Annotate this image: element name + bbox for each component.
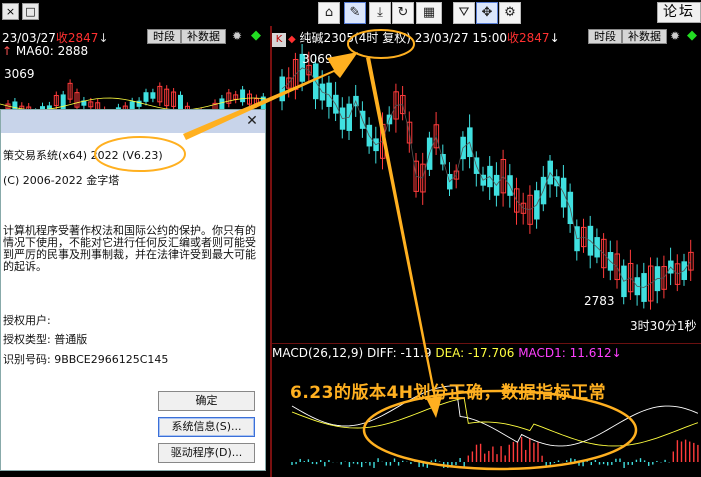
macd-separator[interactable] <box>272 343 701 344</box>
forum-button[interactable]: 论坛 <box>657 2 701 23</box>
home-icon[interactable]: ⌂ <box>318 2 340 24</box>
download-icon[interactable]: ⤓ <box>369 2 391 24</box>
main-high-label: 3069 <box>302 52 333 66</box>
copyright-text: (C) 2006-2022 金字塔 <box>3 174 120 187</box>
mini-candle-body <box>240 89 246 103</box>
about-dialog: ✕ 策交易系统(x64) 2022 (V6.23) (C) 2006-2022 … <box>0 109 266 471</box>
mini-candle-body <box>219 98 225 110</box>
left-supplement-button[interactable]: 补数据 <box>181 29 226 44</box>
grid-icon[interactable]: ▦ <box>416 2 442 24</box>
main-chart-arrow-icon: ↓ <box>549 31 560 45</box>
main-status-diamond-icon: ◆ <box>687 28 697 43</box>
bar-datetime: 23/03/27 15:00 <box>414 31 508 45</box>
left-gear-icon[interactable]: ✹ <box>232 29 242 43</box>
licensed-user: 授权用户: <box>3 314 51 327</box>
product-name: 策交易系统(x64) 2022 (V6.23) <box>3 149 163 162</box>
left-chart-arrow-icon: ↓ <box>98 31 109 45</box>
mini-candle-body <box>143 92 149 102</box>
main-gear-icon[interactable]: ✹ <box>670 29 680 43</box>
refresh-icon[interactable]: ↻ <box>392 2 414 24</box>
left-ma60: ↑ MA60: 2888 <box>2 44 89 58</box>
main-kline-chart[interactable]: K ◆ 纯碱2305(4时 复权) 23/03/27 15:00收2847↓ 时段… <box>272 26 701 477</box>
macd-header: MACD(26,12,9) DIFF: -11.9 DEA: -17.706 M… <box>272 346 622 360</box>
legal-notice: 计算机程序受著作权法和国际公约的保护。你只有的情况下使用，不能对它进行任何反汇编… <box>3 224 256 273</box>
close-window-button[interactable]: × <box>2 3 19 20</box>
filter-icon[interactable]: ⛛ <box>453 2 475 24</box>
system-info-button[interactable]: 系统信息(S)... <box>158 417 255 437</box>
macd-macd1: MACD1: 11.612 <box>518 346 612 360</box>
move-icon[interactable]: ✥ <box>476 2 498 24</box>
ruler-icon[interactable]: ✎ <box>344 2 366 24</box>
macd-arrow-icon: ↓ <box>611 346 622 360</box>
main-candles <box>279 44 694 310</box>
ok-button[interactable]: 确定 <box>158 391 255 411</box>
driver-button[interactable]: 驱动程序(D)... <box>158 443 255 463</box>
dialog-close-icon[interactable]: ✕ <box>243 112 261 130</box>
bar-countdown: 3时30分1秒 <box>630 319 697 333</box>
left-timeframe-button[interactable]: 时段 <box>147 29 181 44</box>
annotation-text: 6.23的版本4H划分正确，数据指标正常 <box>290 383 606 403</box>
ma-line <box>281 67 692 288</box>
main-chart-header: K ◆ 纯碱2305(4时 复权) 23/03/27 15:00收2847↓ <box>272 29 560 47</box>
top-toolbar: × □ ⌂ ✎ ⤓ ↻ ▦ ⛛ ✥ ⚙ 论坛 <box>0 0 701 26</box>
macd-dea: DEA: -17.706 <box>435 346 515 360</box>
mini-candle-body <box>150 92 156 99</box>
settings-icon[interactable]: ⚙ <box>499 2 521 24</box>
main-low-label: 2783 <box>584 294 615 308</box>
serial-number: 识别号码: 9BBCE2966125C145 <box>3 353 169 366</box>
restore-window-button[interactable]: □ <box>22 3 39 20</box>
dialog-titlebar[interactable]: ✕ <box>1 110 265 133</box>
symbol-label: 纯碱2305(4时 复权) <box>299 31 411 45</box>
main-supplement-button[interactable]: 补数据 <box>622 29 667 44</box>
license-type: 授权类型: 普通版 <box>3 333 88 346</box>
macd-params: MACD(26,12,9) <box>272 346 364 360</box>
left-chart-date: 23/03/27 <box>2 31 56 45</box>
left-status-diamond-icon: ◆ <box>251 28 261 43</box>
macd-diff: DIFF: -11.9 <box>366 346 432 360</box>
dea-line <box>291 397 699 447</box>
main-chart-close: 收2847 <box>507 31 550 45</box>
main-timeframe-button[interactable]: 时段 <box>588 29 622 44</box>
left-chart-close: 收2847 <box>55 31 99 45</box>
